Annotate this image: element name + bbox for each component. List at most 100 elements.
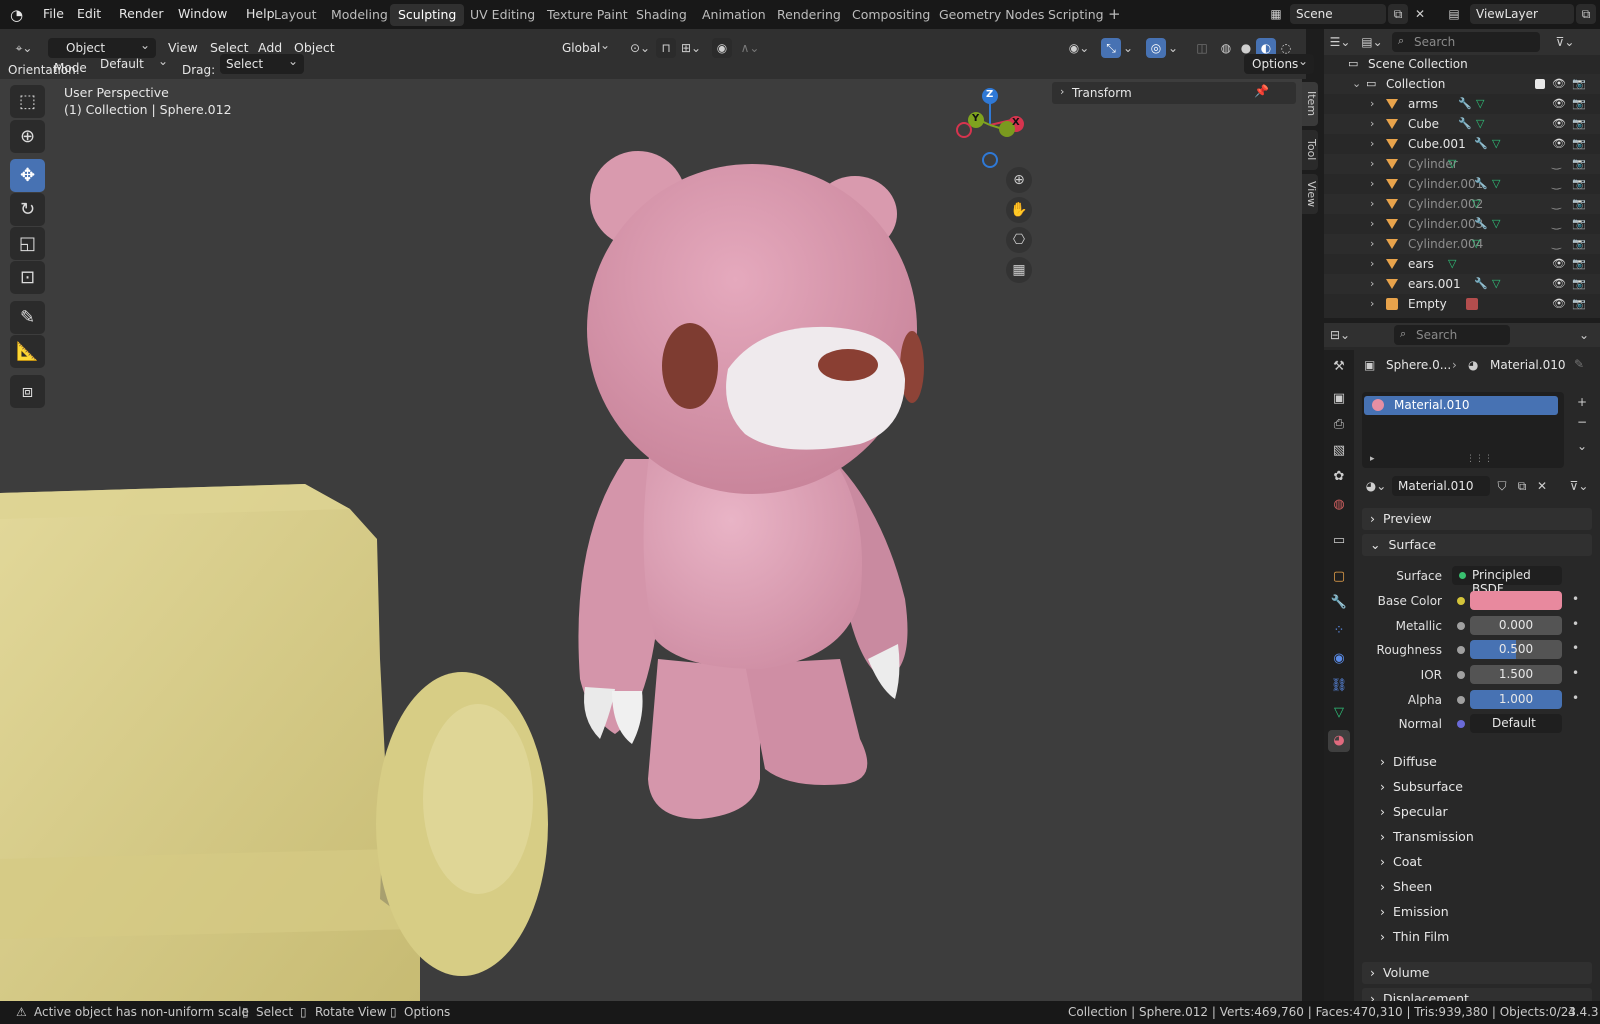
menu-file[interactable]: File xyxy=(36,4,71,24)
alpha-keyframe-icon[interactable]: • xyxy=(1572,691,1579,705)
roughness-field[interactable]: 0.500 xyxy=(1470,640,1562,659)
subsection-subsurface[interactable]: › Subsurface xyxy=(1372,776,1592,798)
scene-collection-row[interactable]: ▭ Scene Collection xyxy=(1324,54,1600,74)
rotate-tool[interactable]: ↻ xyxy=(10,193,45,226)
wireframe-shading-icon[interactable]: ◍ xyxy=(1216,38,1236,58)
properties-search-input[interactable]: Search xyxy=(1394,325,1510,345)
filter-icon[interactable]: ⊽⌄ xyxy=(1550,32,1580,52)
eye-icon[interactable]: 👁 xyxy=(1552,254,1566,274)
add-cube-tool[interactable]: ⧈ xyxy=(10,375,45,408)
eye-icon[interactable]: 👁 xyxy=(1552,114,1566,134)
surface-shader-field[interactable]: Principled BSDF xyxy=(1452,566,1562,596)
new-viewlayer-icon[interactable]: ⧉ xyxy=(1576,4,1596,24)
pin-icon[interactable]: 📌 xyxy=(1254,84,1269,98)
outliner-item-cylinder-003[interactable]: › Cylinder.003 🔧 ▽ ‿ 📷 xyxy=(1324,214,1600,234)
outliner-item-cylinder-004[interactable]: › Cylinder.004 ▽ ‿ 📷 xyxy=(1324,234,1600,254)
particles-tab-icon[interactable]: ⁘ xyxy=(1328,620,1350,642)
modifier-wrench-icon[interactable]: 🔧 xyxy=(1474,134,1488,154)
transform-panel[interactable]: › Transform 📌 xyxy=(1052,82,1296,104)
add-workspace-icon[interactable]: + xyxy=(1108,5,1121,23)
options-dropdown[interactable]: Options xyxy=(1244,51,1314,74)
scene-field[interactable]: Scene xyxy=(1290,4,1386,24)
tab-item[interactable]: Item xyxy=(1302,82,1318,126)
subsection-thin-film[interactable]: › Thin Film xyxy=(1372,926,1592,948)
data-tab-icon[interactable]: ▽ xyxy=(1328,702,1350,724)
section-displacement[interactable]: › Displacement xyxy=(1362,988,1592,1001)
zoom-icon[interactable]: ⊕ xyxy=(1006,167,1032,193)
ior-socket-icon[interactable] xyxy=(1457,671,1465,679)
xray-icon[interactable]: ◫ xyxy=(1192,38,1212,58)
editor-type-icon[interactable]: ⌖⌄ xyxy=(8,38,40,58)
world-tab-icon[interactable]: ◍ xyxy=(1328,494,1350,516)
mesh-data-icon[interactable]: ▽ xyxy=(1492,214,1500,234)
outliner-item-ears[interactable]: › ears ▽ 👁 📷 xyxy=(1324,254,1600,274)
alpha-field[interactable]: 1.000 xyxy=(1470,690,1562,709)
display-mode-icon[interactable]: ▤⌄ xyxy=(1358,32,1386,52)
normal-socket-icon[interactable] xyxy=(1457,720,1465,728)
select-box-tool[interactable]: ⬚ xyxy=(10,85,45,118)
camera-icon[interactable]: 📷 xyxy=(1572,274,1586,294)
fake-user-icon[interactable]: ⛉ xyxy=(1492,476,1512,496)
mesh-data-icon[interactable]: ▽ xyxy=(1448,154,1456,174)
camera-view-icon[interactable]: ⎔ xyxy=(1006,227,1032,253)
menu-render[interactable]: Render xyxy=(112,4,171,24)
camera-icon[interactable]: 📷 xyxy=(1572,234,1586,254)
subsection-coat[interactable]: › Coat xyxy=(1372,851,1592,873)
subsection-specular[interactable]: › Specular xyxy=(1372,801,1592,823)
subsection-emission[interactable]: › Emission xyxy=(1372,901,1592,923)
duplicate-material-icon[interactable]: ⧉ xyxy=(1512,476,1532,496)
modifier-wrench-icon[interactable]: 🔧 xyxy=(1458,114,1472,134)
eye-closed-icon[interactable]: ‿ xyxy=(1552,234,1561,254)
node-tree-icon[interactable]: ⊽⌄ xyxy=(1564,476,1594,496)
menu-window[interactable]: Window xyxy=(171,4,234,24)
mesh-data-icon[interactable]: ▽ xyxy=(1492,134,1500,154)
expand-chevron-icon[interactable]: › xyxy=(1370,274,1374,294)
eye-icon[interactable]: 👁 xyxy=(1552,134,1566,154)
ior-field[interactable]: 1.500 xyxy=(1470,665,1562,684)
snap-target-icon[interactable]: ⊞⌄ xyxy=(678,38,704,58)
expand-chevron-icon[interactable]: › xyxy=(1370,94,1374,114)
outliner-item-ears-001[interactable]: › ears.001 🔧 ▽ 👁 📷 xyxy=(1324,274,1600,294)
tab-geometry-nodes[interactable]: Geometry Nodes xyxy=(931,4,1052,26)
tool-tab-icon[interactable]: ⚒ xyxy=(1328,356,1350,378)
move-tool[interactable]: ✥ xyxy=(10,159,45,192)
properties-editor-icon[interactable]: ⊟⌄ xyxy=(1326,325,1354,345)
constraints-tab-icon[interactable]: ⛓ xyxy=(1328,675,1350,697)
image-data-icon[interactable] xyxy=(1466,298,1478,310)
slot-resize-handle[interactable]: ⋮⋮⋮ xyxy=(1466,454,1493,464)
base-color-keyframe-icon[interactable]: • xyxy=(1572,592,1579,606)
subsection-diffuse[interactable]: › Diffuse xyxy=(1372,751,1592,773)
tab-scripting[interactable]: Scripting xyxy=(1040,4,1112,26)
measure-tool[interactable]: 📐 xyxy=(10,335,45,368)
expand-chevron-icon[interactable]: › xyxy=(1370,174,1374,194)
scene-tab-icon[interactable]: ✿ xyxy=(1328,466,1350,488)
metallic-socket-icon[interactable] xyxy=(1457,622,1465,630)
new-scene-icon[interactable]: ⧉ xyxy=(1388,4,1408,24)
expand-chevron-icon[interactable]: › xyxy=(1370,194,1374,214)
metallic-keyframe-icon[interactable]: • xyxy=(1572,617,1579,631)
outliner-item-cylinder-001[interactable]: › Cylinder.001 🔧 ▽ ‿ 📷 xyxy=(1324,174,1600,194)
mesh-data-icon[interactable]: ▽ xyxy=(1492,274,1500,294)
pan-hand-icon[interactable]: ✋ xyxy=(1006,197,1032,223)
eye-closed-icon[interactable]: ‿ xyxy=(1552,154,1561,174)
drag-dropdown[interactable]: Select Box xyxy=(220,51,304,91)
render-tab-icon[interactable]: ▣ xyxy=(1328,388,1350,410)
camera-icon[interactable]: 📷 xyxy=(1572,194,1586,214)
remove-scene-icon[interactable]: ✕ xyxy=(1410,4,1430,24)
roughness-keyframe-icon[interactable]: • xyxy=(1572,641,1579,655)
menu-edit[interactable]: Edit xyxy=(70,4,108,24)
3d-viewport[interactable]: User Perspective (1) Collection | Sphere… xyxy=(0,79,1302,1001)
camera-icon[interactable]: 📷 xyxy=(1572,114,1586,134)
cursor-tool[interactable]: ⊕ xyxy=(10,120,45,153)
expand-chevron-icon[interactable]: › xyxy=(1370,154,1374,174)
outliner-item-empty[interactable]: › Empty 👁 📷 xyxy=(1324,294,1600,314)
modifiers-tab-icon[interactable]: 🔧 xyxy=(1328,592,1350,614)
expand-chevron-icon[interactable]: › xyxy=(1370,294,1374,314)
camera-icon[interactable]: 📷 xyxy=(1572,94,1586,114)
base-color-socket-icon[interactable] xyxy=(1457,597,1465,605)
scale-tool[interactable]: ◱ xyxy=(10,227,45,260)
modifier-wrench-icon[interactable]: 🔧 xyxy=(1474,174,1488,194)
object-tab-icon[interactable]: ▢ xyxy=(1328,566,1350,588)
breadcrumb-pin-icon[interactable]: ✎ xyxy=(1574,357,1584,371)
proportional-edit-icon[interactable]: ◉ xyxy=(712,38,732,58)
